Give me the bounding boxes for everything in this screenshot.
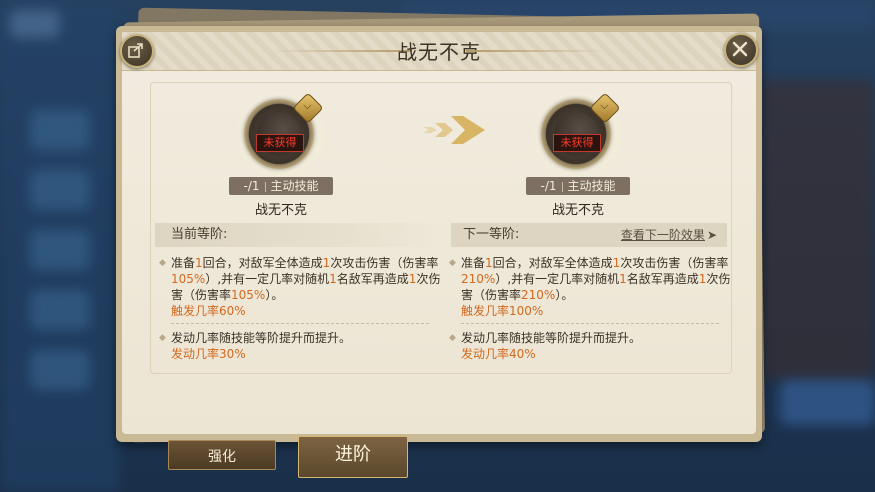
skill-dialog: 战无不克 未获得 ⌵ -/1 主动技能 战无不克 未获得 ⌵ -/1 主动技能 … (116, 26, 762, 442)
skill-type: 主动技能 (270, 179, 319, 193)
current-level-header: 当前等阶: (155, 223, 445, 247)
lock-status-badge: 未获得 (553, 134, 601, 152)
title-ornament-right (466, 50, 606, 52)
skill-level: -/1 (243, 179, 260, 193)
skill-name: 战无不克 (551, 203, 604, 218)
close-icon (732, 41, 748, 57)
activation-note: 发动几率随技能等阶提升而提升。 (171, 331, 352, 345)
next-level-description: ◆ 准备1回合，对敌军全体造成1次攻击伤害（伤害率210%）,并有一定几率对随机… (449, 256, 731, 361)
skill-tag: -/1 主动技能 (229, 177, 333, 195)
view-next-level-label: 查看下一阶效果 (620, 228, 705, 242)
skill-content: 未获得 ⌵ -/1 主动技能 战无不克 未获得 ⌵ -/1 主动技能 战无不克 … (150, 82, 732, 374)
skill-level: -/1 (540, 179, 557, 193)
activation-chance: 发动几率40% (461, 347, 536, 361)
activation-note: 发动几率随技能等阶提升而提升。 (461, 331, 642, 345)
current-level-description: ◆ 准备1回合，对敌军全体造成1次攻击伤害（伤害率105%）,并有一定几率对随机… (159, 256, 441, 361)
diamond-bullet-icon: ◆ (449, 333, 456, 343)
diamond-bullet-icon: ◆ (449, 258, 456, 268)
upgrade-arrow-icon (423, 116, 485, 144)
diamond-bullet-icon: ◆ (159, 333, 166, 343)
share-icon (128, 43, 143, 58)
trigger-chance: 触发几率60% (171, 304, 246, 318)
trigger-chance: 触发几率100% (461, 304, 544, 318)
tab-advance[interactable]: 进阶 (298, 436, 408, 478)
lock-status-badge: 未获得 (256, 134, 304, 152)
share-button[interactable] (120, 34, 154, 68)
skill-type: 主动技能 (567, 179, 616, 193)
skill-name: 战无不克 (254, 203, 307, 218)
chevron-right-icon: ➤ (706, 228, 717, 242)
divider (461, 323, 719, 324)
dialog-title: 战无不克 (397, 40, 481, 64)
skill-tag: -/1 主动技能 (526, 177, 630, 195)
diamond-bullet-icon: ◆ (159, 258, 166, 268)
tab-strengthen[interactable]: 强化 (168, 440, 276, 470)
close-button[interactable] (724, 33, 758, 67)
view-next-level-link[interactable]: 查看下一阶效果 ➤ (621, 223, 717, 247)
activation-chance: 发动几率30% (171, 347, 246, 361)
next-level-label: 下一等阶: (463, 227, 520, 242)
title-bar: 战无不克 (122, 32, 756, 71)
next-level-header: 下一等阶: 查看下一阶效果 ➤ (451, 223, 727, 247)
divider (171, 323, 429, 324)
